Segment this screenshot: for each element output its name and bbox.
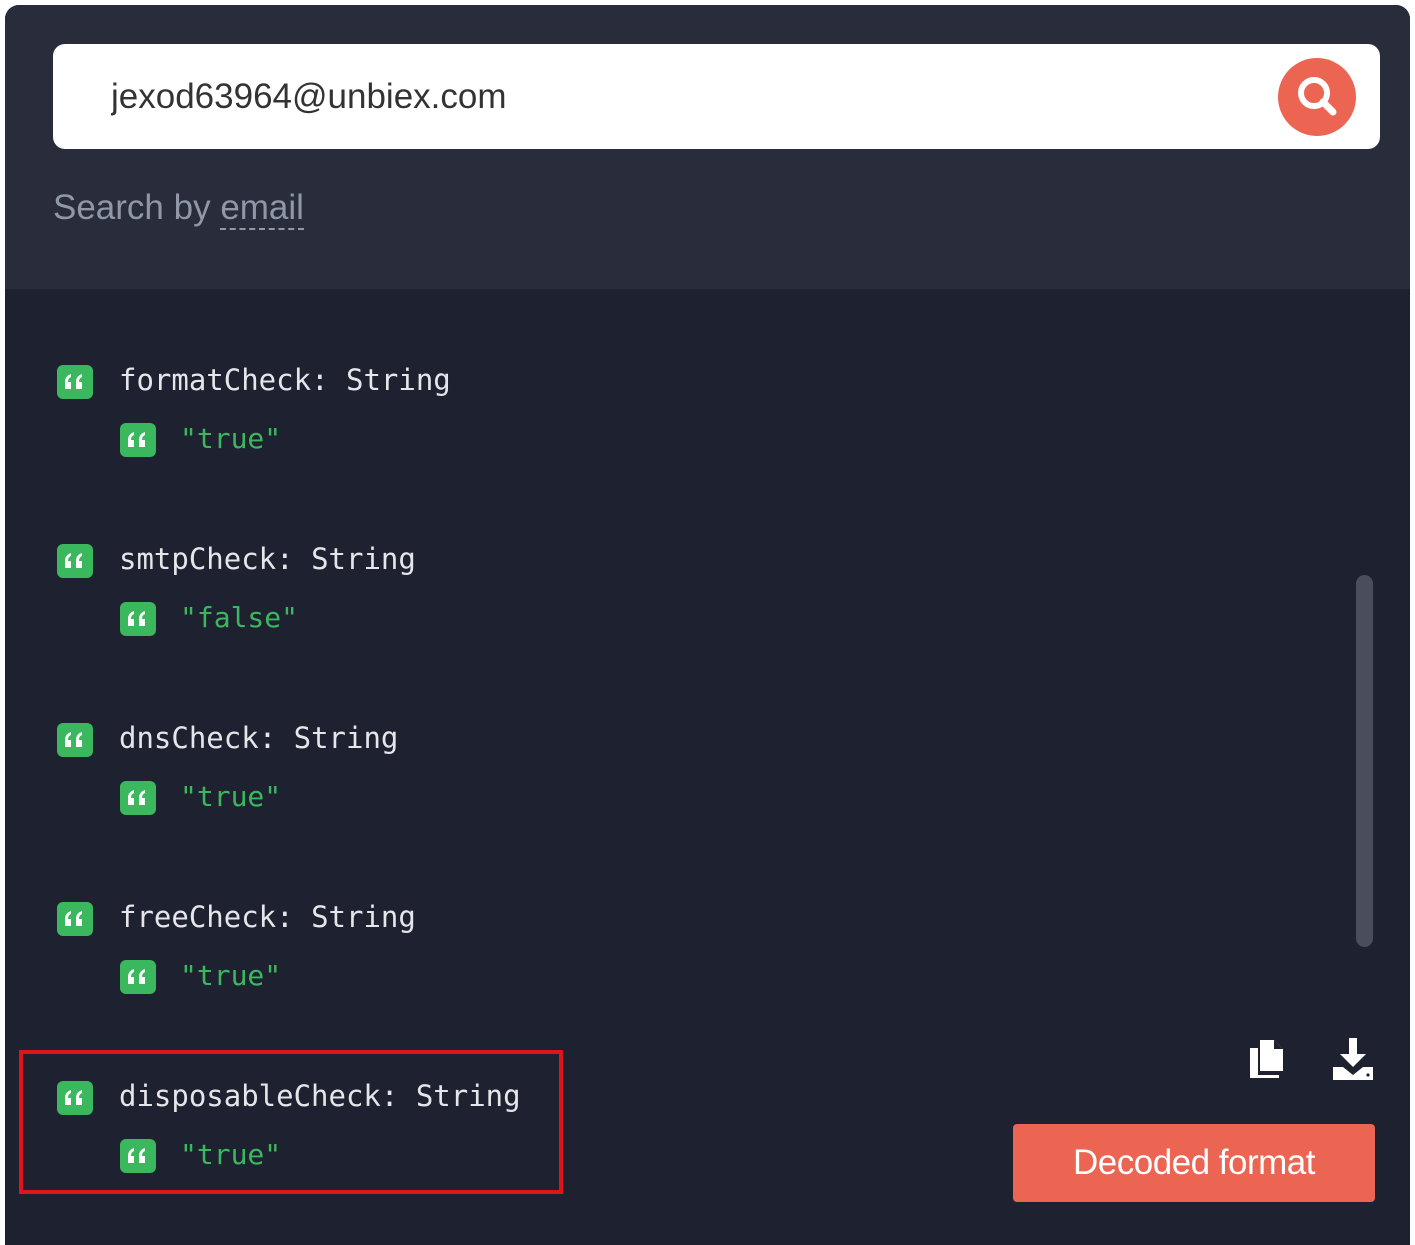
result-panel: Search by email formatCheck: String "tru… <box>5 5 1410 1245</box>
search-hint-prefix: Search by <box>53 188 221 227</box>
entry-key: dnsCheck: String <box>119 721 399 755</box>
entry-key-name: formatCheck <box>119 363 312 397</box>
entry-key-name: smtpCheck <box>119 542 277 576</box>
quote-icon <box>57 902 93 936</box>
download-icon <box>1333 1038 1373 1080</box>
entry-value: "true" <box>180 422 282 455</box>
download-button[interactable] <box>1330 1036 1376 1082</box>
entry-key-name: dnsCheck <box>119 721 259 755</box>
quote-icon <box>57 544 93 578</box>
quote-icon <box>120 960 156 994</box>
entry-key: freeCheck: String <box>119 900 416 934</box>
scrollbar-thumb[interactable] <box>1356 575 1373 947</box>
entry-value: "true" <box>180 959 282 992</box>
search-button[interactable] <box>1278 58 1356 136</box>
search-hint: Search by email <box>53 188 304 230</box>
quote-icon <box>120 602 156 636</box>
quote-icon <box>120 423 156 457</box>
entry-key: smtpCheck: String <box>119 542 416 576</box>
decoded-format-button[interactable]: Decoded format <box>1013 1124 1375 1202</box>
search-type-toggle[interactable]: email <box>220 188 304 230</box>
search-icon <box>1298 77 1337 116</box>
quote-icon <box>57 365 93 399</box>
entry-key: formatCheck: String <box>119 363 451 397</box>
quote-icon <box>120 781 156 815</box>
quote-icon <box>57 723 93 757</box>
search-input[interactable] <box>111 44 1211 149</box>
entry-key-name: freeCheck <box>119 900 277 934</box>
entry-value: "false" <box>180 601 299 634</box>
entry-value: "true" <box>180 780 282 813</box>
entry-key-type: String <box>311 900 416 934</box>
entry-key-type: String <box>293 721 399 755</box>
copy-button[interactable] <box>1246 1036 1290 1080</box>
search-area: Search by email <box>5 5 1410 289</box>
search-box <box>53 44 1380 149</box>
highlight-box <box>19 1050 563 1194</box>
entry-key-type: String <box>311 542 416 576</box>
copy-icon <box>1250 1040 1283 1078</box>
entry-key-type: String <box>345 363 451 397</box>
